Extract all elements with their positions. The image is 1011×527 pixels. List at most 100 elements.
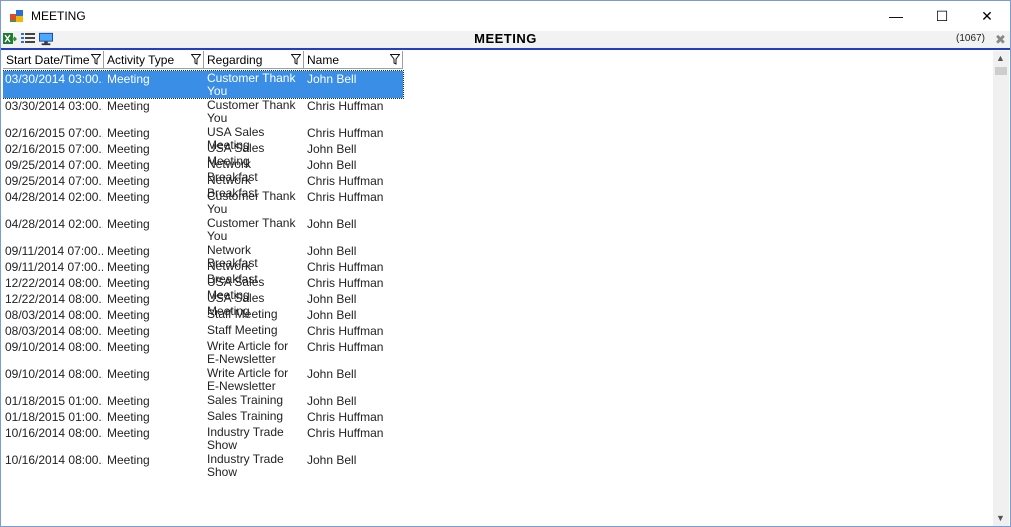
cell-name: John Bell	[307, 245, 357, 258]
cell-date: 12/22/2014 08:00...	[5, 277, 103, 290]
cell-date: 04/28/2014 02:00...	[5, 191, 103, 204]
filter-icon[interactable]	[91, 54, 101, 65]
cell-date: 09/10/2014 08:00...	[5, 341, 103, 354]
monitor-icon[interactable]	[39, 32, 53, 46]
cell-name: Chris Huffman	[307, 277, 384, 290]
filter-icon[interactable]	[291, 54, 301, 65]
scroll-down-icon[interactable]: ▼	[996, 513, 1005, 523]
table-row[interactable]: 01/18/2015 01:00... Meeting Sales Training…	[3, 409, 403, 425]
scroll-thumb[interactable]	[995, 67, 1007, 75]
cell-type: Meeting	[107, 341, 150, 354]
cell-type: Meeting	[107, 427, 150, 440]
cell-name: John Bell	[307, 143, 357, 156]
cell-regarding: Customer Thank You	[207, 190, 296, 216]
close-icon: ✕	[981, 7, 993, 24]
activity-grid: Start Date/Time Activity Type Regarding Nam…	[3, 51, 993, 526]
cell-name: John Bell	[307, 454, 357, 467]
maximize-button[interactable]: ☐	[919, 1, 965, 31]
column-header-label: Regarding	[207, 53, 263, 67]
cell-date: 01/18/2015 01:00...	[5, 395, 103, 408]
cell-name: John Bell	[307, 309, 357, 322]
table-row[interactable]: 09/25/2014 07:00... Meeting Network Breakf…	[3, 157, 403, 184]
cell-date: 02/16/2015 07:00...	[5, 127, 103, 140]
column-header-1[interactable]: Activity Type	[104, 51, 204, 69]
cell-type: Meeting	[107, 175, 150, 188]
cell-regarding: Customer Thank You	[207, 217, 296, 243]
excel-export-icon[interactable]	[3, 32, 17, 46]
cell-type: Meeting	[107, 143, 150, 156]
cell-name: John Bell	[307, 73, 357, 86]
close-button[interactable]: ✕	[964, 1, 1010, 31]
cell-regarding: Industry Trade Show	[207, 453, 284, 479]
cell-type: Meeting	[107, 325, 150, 338]
filter-icon[interactable]	[191, 54, 201, 65]
cell-name: Chris Huffman	[307, 427, 384, 440]
list-icon[interactable]	[21, 32, 35, 46]
table-row[interactable]: 10/16/2014 08:00... Meeting Industry Trade…	[3, 452, 403, 479]
record-count: (1067)	[956, 33, 985, 44]
column-header-label: Start Date/Time	[6, 53, 90, 67]
table-row[interactable]: 02/16/2015 07:00... Meeting USA Sales Meet…	[3, 125, 403, 152]
table-row[interactable]: 12/22/2014 08:00... Meeting USA Sales Meet…	[3, 291, 403, 318]
cell-date: 02/16/2015 07:00...	[5, 143, 103, 156]
cell-date: 08/03/2014 08:00...	[5, 325, 103, 338]
panel-close-icon[interactable]: ✖	[995, 32, 1006, 48]
cell-date: 04/28/2014 02:00...	[5, 218, 103, 231]
table-row[interactable]: 09/11/2014 07:00... Meeting Network Breakf…	[3, 243, 403, 270]
scroll-up-icon[interactable]: ▲	[996, 53, 1005, 63]
maximize-icon: ☐	[935, 7, 949, 24]
filter-icon[interactable]	[390, 54, 400, 65]
cell-date: 08/03/2014 08:00...	[5, 309, 103, 322]
cell-type: Meeting	[107, 159, 150, 172]
table-row[interactable]: 08/03/2014 08:00... Meeting Staff Meeting C…	[3, 323, 403, 339]
cell-name: John Bell	[307, 368, 357, 381]
minimize-icon: —	[889, 8, 903, 24]
table-row[interactable]: 03/30/2014 03:00... Meeting Customer Thank…	[3, 70, 404, 99]
table-row[interactable]: 01/18/2015 01:00... Meeting Sales Training…	[3, 393, 403, 409]
minimize-button[interactable]: —	[873, 1, 919, 31]
cell-regarding: Industry Trade Show	[207, 426, 284, 452]
column-header-0[interactable]: Start Date/Time	[3, 51, 104, 69]
cell-name: Chris Huffman	[307, 325, 384, 338]
cell-type: Meeting	[107, 411, 150, 424]
table-row[interactable]: 09/25/2014 07:00... Meeting Network Breakf…	[3, 173, 403, 200]
cell-date: 10/16/2014 08:00...	[5, 454, 103, 467]
cell-name: Chris Huffman	[307, 175, 384, 188]
cell-type: Meeting	[107, 277, 150, 290]
table-row[interactable]: 12/22/2014 08:00... Meeting USA Sales Meet…	[3, 275, 403, 302]
cell-regarding: Sales Training	[207, 394, 284, 407]
table-row[interactable]: 04/28/2014 02:00... Meeting Customer Thank…	[3, 189, 403, 216]
cell-date: 09/11/2014 07:00...	[5, 245, 103, 258]
column-header-3[interactable]: Name	[304, 51, 403, 69]
title-bar[interactable]: MEETING — ☐ ✕	[1, 1, 1010, 31]
cell-name: Chris Huffman	[307, 261, 384, 274]
table-row[interactable]: 09/10/2014 08:00... Meeting Write Article …	[3, 366, 403, 393]
cell-type: Meeting	[107, 454, 150, 467]
vertical-scrollbar[interactable]: ▲ ▼	[993, 51, 1009, 526]
cell-regarding: Staff Meeting	[207, 324, 278, 337]
cell-regarding: Sales Training	[207, 410, 284, 423]
cell-regarding: Staff Meeting	[207, 308, 278, 321]
table-row[interactable]: 02/16/2015 07:00... Meeting USA Sales Meet…	[3, 141, 403, 168]
cell-type: Meeting	[107, 191, 150, 204]
cell-name: Chris Huffman	[307, 100, 384, 113]
cell-name: John Bell	[307, 218, 357, 231]
table-row[interactable]: 04/28/2014 02:00... Meeting Customer Thank…	[3, 216, 403, 243]
cell-date: 03/30/2014 03:00...	[5, 100, 103, 113]
cell-date: 09/11/2014 07:00...	[5, 261, 103, 274]
cell-name: Chris Huffman	[307, 411, 384, 424]
cell-regarding: Write Article for E-Newsletter	[207, 340, 289, 366]
table-row[interactable]: 09/10/2014 08:00... Meeting Write Article …	[3, 339, 403, 366]
cell-type: Meeting	[107, 73, 150, 86]
cell-type: Meeting	[107, 261, 150, 274]
table-row[interactable]: 03/30/2014 03:00... Meeting Customer Thank…	[3, 98, 403, 125]
cell-date: 09/25/2014 07:00...	[5, 175, 103, 188]
cell-date: 12/22/2014 08:00...	[5, 293, 103, 306]
table-row[interactable]: 09/11/2014 07:00... Meeting Network Breakf…	[3, 259, 403, 286]
table-row[interactable]: 10/16/2014 08:00... Meeting Industry Trade…	[3, 425, 403, 452]
table-row[interactable]: 08/03/2014 08:00... Meeting Staff Meeting J…	[3, 307, 403, 323]
cell-type: Meeting	[107, 293, 150, 306]
cell-name: John Bell	[307, 159, 357, 172]
app-window-icon	[10, 10, 23, 22]
column-header-2[interactable]: Regarding	[204, 51, 304, 69]
